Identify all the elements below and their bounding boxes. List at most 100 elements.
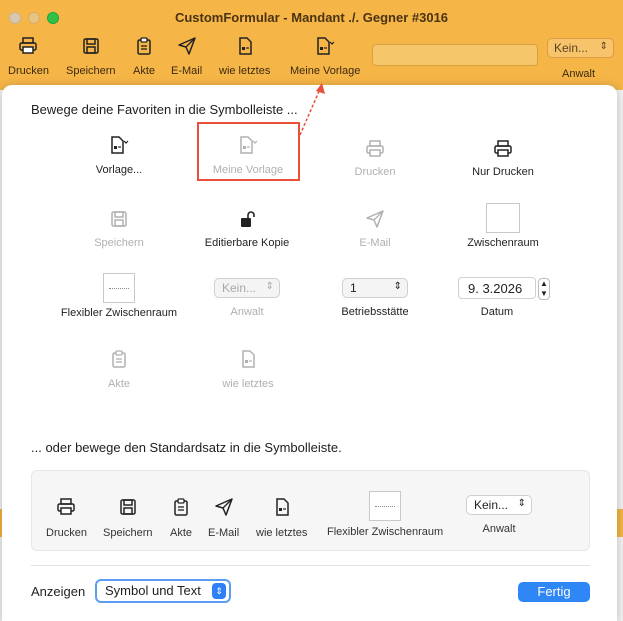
save-disk-icon [120, 499, 136, 515]
lawyer-select-value: Kein... [474, 498, 509, 512]
palette-item-label: E-Mail [359, 237, 391, 249]
toolbar-email-button[interactable]: E-Mail [171, 36, 202, 77]
customize-toolbar-sheet: Bewege deine Favoriten in die Symbolleis… [2, 83, 617, 621]
paper-plane-icon [366, 210, 384, 228]
standard-item-label: wie letztes [256, 527, 308, 539]
date-value: 9. 3.2026 [468, 281, 523, 296]
palette-save: Speichern [54, 209, 184, 250]
palette-item-label: Anwalt [230, 306, 264, 318]
toolbar-item-label: Meine Vorlage [290, 65, 361, 77]
branch-office-select[interactable]: 1 ⇕ [342, 278, 408, 298]
palette-item-label: Akte [107, 378, 130, 390]
toolbar-print-button[interactable]: Drucken [8, 36, 49, 77]
printer-icon [366, 140, 384, 157]
palette-editable-copy[interactable]: Editierbare Kopie [182, 209, 312, 250]
standard-item-label: Speichern [103, 527, 153, 539]
palette-email: E-Mail [310, 209, 440, 250]
save-disk-icon [83, 38, 99, 54]
palette-item-label: Nur Drucken [472, 166, 534, 178]
updown-chevron-icon: ⇕ [517, 498, 526, 509]
palette-item-label: Flexibler Zwischenraum [60, 307, 178, 319]
palette-item-label: Vorlage... [95, 164, 143, 176]
standard-item-label: Akte [170, 527, 193, 539]
palette-date[interactable]: 9. 3.2026 ▲ ▼ Datum [432, 277, 562, 319]
window-title: CustomFormular - Mandant ./. Gegner #301… [174, 10, 449, 25]
standard-print: Drucken [46, 497, 87, 539]
divider [31, 565, 590, 566]
lawyer-select: Kein... ⇕ [466, 495, 532, 515]
document-icon [242, 350, 255, 368]
toolbar-as-last-button[interactable]: wie letztes [219, 36, 270, 77]
updown-chevron-icon: ⇕ [212, 583, 226, 599]
show-label: Anzeigen [31, 584, 86, 599]
palette-file: Akte [54, 349, 184, 391]
palette-branch-office[interactable]: 1 ⇕ Betriebsstätte [310, 278, 440, 319]
branch-office-value: 1 [350, 281, 357, 295]
lawyer-select-value: Kein... [554, 41, 589, 55]
palette-item-label: Meine Vorlage [212, 164, 284, 176]
toolbar-item-label: Drucken [8, 65, 49, 77]
palette-lawyer: Kein... ⇕ Anwalt [182, 278, 312, 319]
toolbar-save-button[interactable]: Speichern [66, 36, 116, 77]
done-button[interactable]: Fertig [518, 582, 590, 602]
updown-chevron-icon: ⇕ [265, 281, 274, 292]
toolbar-search-field[interactable] [372, 44, 538, 66]
printer-icon [57, 498, 76, 515]
standard-file: Akte [170, 497, 192, 539]
toolbar-file-button[interactable]: Akte [133, 36, 155, 77]
unlock-icon [241, 211, 255, 227]
palette-item-label: Betriebsstätte [341, 306, 409, 318]
toolbar-item-label: Akte [133, 65, 156, 77]
standard-save: Speichern [103, 497, 153, 539]
toolbar-item-label: wie letztes [219, 65, 271, 77]
clipboard-icon [112, 350, 126, 368]
standard-item-label: E-Mail [208, 527, 240, 539]
standard-lawyer: Kein... ⇕ Anwalt [466, 495, 532, 535]
updown-chevron-icon: ⇕ [393, 281, 402, 292]
palette-flexible-space[interactable]: Flexibler Zwischenraum [54, 273, 184, 320]
palette-item-label: Editierbare Kopie [204, 237, 290, 249]
favorites-heading: Bewege deine Favoriten in die Symbolleis… [31, 102, 298, 117]
toolbar-item-label: E-Mail [171, 65, 203, 77]
clipboard-icon [174, 498, 188, 516]
standard-item-label: Drucken [46, 527, 87, 539]
standard-flexible-space: Flexibler Zwischenraum [327, 491, 443, 538]
document-icon [238, 37, 252, 55]
toolbar-my-template-button[interactable]: Meine Vorlage [290, 36, 360, 77]
palette-item-label: Speichern [94, 237, 144, 249]
paper-plane-icon [177, 37, 196, 55]
template-document-icon [240, 136, 258, 154]
template-document-icon [111, 136, 129, 154]
document-icon [275, 498, 289, 516]
lawyer-select: Kein... ⇕ [214, 278, 280, 298]
space-box [486, 203, 520, 233]
palette-item-label: Drucken [354, 166, 396, 178]
standard-item-label: Flexibler Zwischenraum [327, 526, 444, 538]
printer-icon [494, 140, 512, 157]
date-field[interactable]: 9. 3.2026 ▲ ▼ [458, 277, 550, 300]
show-mode-value: Symbol und Text [105, 583, 201, 598]
flexible-space-box [103, 273, 135, 303]
window-toolbar: CustomFormular - Mandant ./. Gegner #301… [0, 0, 623, 90]
flexible-space-box [369, 491, 402, 521]
toolbar-lawyer-select[interactable]: Kein... ⇕ [547, 38, 614, 58]
updown-chevron-icon: ⇕ [599, 41, 608, 52]
printer-icon [19, 37, 38, 54]
save-disk-icon [111, 211, 127, 227]
palette-item-label: Datum [480, 306, 514, 318]
toolbar-item-label: Speichern [66, 65, 116, 77]
palette-print: Drucken [310, 139, 440, 179]
standard-set-area[interactable]: Drucken Speichern Akte E-Mail wie letzte… [31, 470, 590, 551]
standard-set-heading: ... oder bewege den Standardsatz in die … [31, 440, 342, 455]
show-mode-select[interactable]: Symbol und Text ⇕ [95, 579, 231, 603]
template-document-icon [317, 37, 335, 55]
palette-item-label: Zwischenraum [467, 237, 539, 249]
date-stepper[interactable]: ▲ ▼ [538, 278, 550, 300]
palette-space[interactable]: Zwischenraum [438, 203, 568, 250]
standard-email: E-Mail [208, 497, 239, 539]
palette-print-only[interactable]: Nur Drucken [438, 139, 568, 179]
standard-as-last: wie letztes [256, 497, 307, 539]
lawyer-select-value: Kein... [222, 281, 257, 295]
palette-template[interactable]: Vorlage... [54, 135, 184, 177]
palette-item-label: wie letztes [222, 378, 274, 390]
